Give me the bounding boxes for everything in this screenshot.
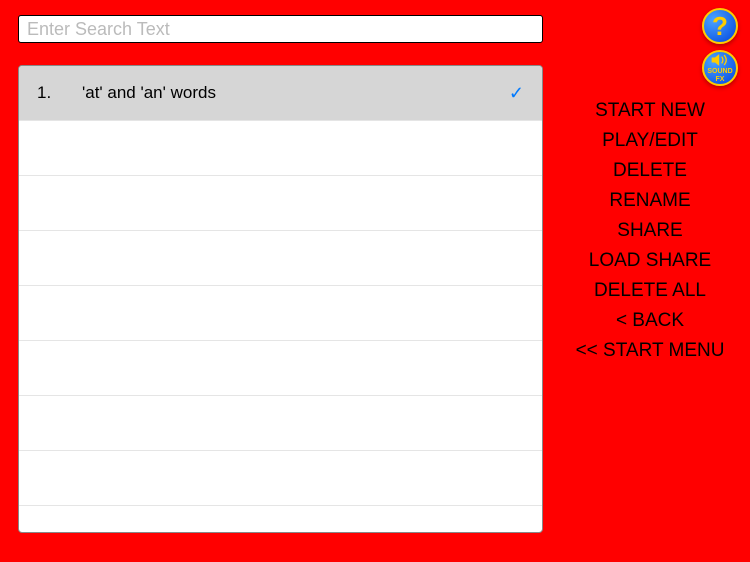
question-mark-icon: ? (712, 13, 728, 39)
list-panel: 1. 'at' and 'an' words ✓ (18, 65, 543, 533)
list-row-title: 'at' and 'an' words (82, 83, 524, 103)
action-menu: START NEW PLAY/EDIT DELETE RENAME SHARE … (560, 100, 740, 362)
delete-all-button[interactable]: DELETE ALL (594, 280, 706, 302)
list-row[interactable] (19, 451, 542, 506)
help-button[interactable]: ? (702, 8, 738, 44)
checkmark-icon: ✓ (509, 83, 524, 104)
start-menu-button[interactable]: << START MENU (576, 340, 725, 362)
list-row[interactable] (19, 231, 542, 286)
rename-button[interactable]: RENAME (609, 190, 690, 212)
load-share-button[interactable]: LOAD SHARE (589, 250, 711, 272)
list-row[interactable] (19, 506, 542, 533)
play-edit-button[interactable]: PLAY/EDIT (602, 130, 698, 152)
list-row[interactable] (19, 121, 542, 176)
list-row[interactable]: 1. 'at' and 'an' words ✓ (19, 66, 542, 121)
list-row[interactable] (19, 286, 542, 341)
list-row[interactable] (19, 396, 542, 451)
delete-button[interactable]: DELETE (613, 160, 687, 182)
sound-label-1: SOUND (707, 68, 732, 75)
speaker-icon (710, 53, 730, 67)
start-new-button[interactable]: START NEW (595, 100, 705, 122)
list-row[interactable] (19, 176, 542, 231)
share-button[interactable]: SHARE (617, 220, 682, 242)
list-row[interactable] (19, 341, 542, 396)
sound-label-2: FX (716, 76, 725, 83)
back-button[interactable]: < BACK (616, 310, 684, 332)
search-input[interactable] (18, 15, 543, 43)
list-row-number: 1. (37, 83, 82, 103)
sound-fx-button[interactable]: SOUND FX (702, 50, 738, 86)
